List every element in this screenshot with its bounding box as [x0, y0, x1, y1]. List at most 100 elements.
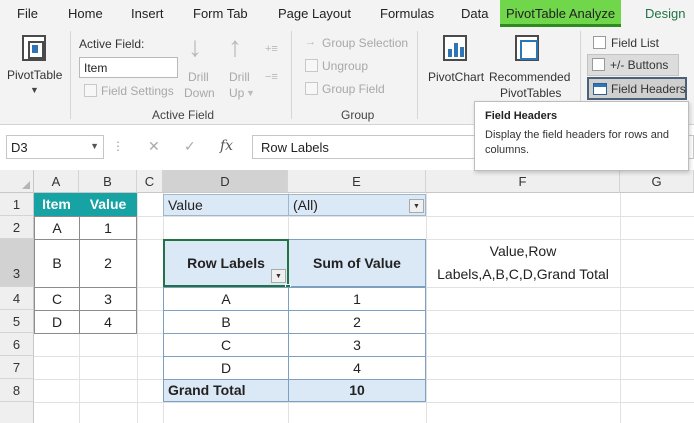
source-cell[interactable]: 3 — [79, 287, 137, 311]
gridline — [620, 193, 621, 423]
f3-cell-line-1[interactable]: Value,Row — [426, 240, 620, 262]
tab-file[interactable]: File — [17, 6, 38, 21]
pivot-row-label[interactable]: C — [163, 333, 289, 357]
column-header-c[interactable]: C — [137, 170, 163, 193]
plus-minus-icon — [592, 58, 605, 71]
row-header-3[interactable]: 3 — [0, 239, 34, 287]
group-selection-icon: → — [305, 36, 316, 48]
tab-home[interactable]: Home — [68, 6, 103, 21]
filter-dropdown-icon[interactable]: ▼ — [409, 199, 424, 213]
row-header-5[interactable]: 5 — [0, 310, 34, 333]
column-header-f[interactable]: F — [426, 170, 620, 193]
gridline — [137, 193, 138, 423]
field-list-button[interactable]: Field List — [611, 36, 659, 50]
drill-down-icon: ↓ — [188, 31, 202, 62]
gridline — [426, 193, 427, 423]
ungroup-button[interactable]: Ungroup — [322, 59, 368, 73]
row-header-7[interactable]: 7 — [0, 356, 34, 379]
drill-down-label-2[interactable]: Down — [184, 86, 215, 100]
pivot-sum-of-value-header[interactable]: Sum of Value — [288, 239, 426, 287]
ribbon-separator — [417, 31, 418, 119]
field-headers-tooltip: Field Headers Display the field headers … — [474, 101, 689, 171]
pivot-filter-label[interactable]: Value — [163, 194, 289, 216]
drill-up-label-2[interactable]: Up — [229, 86, 244, 100]
expand-field-icon[interactable]: +≡ — [265, 43, 278, 55]
active-field-group-caption: Active Field — [152, 108, 215, 122]
source-cell[interactable]: 4 — [79, 310, 137, 334]
pivot-row-value[interactable]: 2 — [288, 310, 426, 334]
chevron-down-icon[interactable]: ▼ — [246, 88, 255, 98]
source-cell[interactable]: B — [34, 239, 80, 288]
tab-formulas[interactable]: Formulas — [380, 6, 434, 21]
plus-minus-buttons-label: +/- Buttons — [610, 58, 669, 72]
row-header-1[interactable]: 1 — [0, 193, 34, 216]
source-cell[interactable]: C — [34, 287, 80, 311]
active-field-input[interactable]: Item — [79, 57, 178, 78]
tab-design[interactable]: Design — [645, 6, 685, 21]
f3-cell-line-2[interactable]: Labels,A,B,C,D,Grand Total — [426, 263, 620, 285]
tooltip-body: Display the field headers for rows and c… — [485, 129, 670, 156]
row-header-9[interactable] — [0, 402, 34, 423]
column-header-d[interactable]: D — [163, 170, 288, 193]
group-field-icon — [305, 82, 318, 95]
tab-data[interactable]: Data — [461, 6, 488, 21]
recommended-label-2[interactable]: PivotTables — [500, 86, 561, 100]
group-group-caption: Group — [341, 108, 375, 122]
recommended-pivottables-icon[interactable] — [515, 35, 539, 61]
menu-bar: File Home Insert Form Tab Page Layout Fo… — [0, 0, 694, 27]
pivotchart-icon[interactable] — [443, 35, 467, 61]
name-box[interactable]: D3 ▼ — [6, 135, 104, 159]
pivot-row-label[interactable]: A — [163, 287, 289, 311]
pivot-row-label[interactable]: B — [163, 310, 289, 334]
drill-up-label-1[interactable]: Drill — [229, 70, 250, 84]
column-header-a[interactable]: A — [34, 170, 79, 193]
column-header-b[interactable]: B — [79, 170, 137, 193]
source-cell[interactable]: A — [34, 216, 80, 240]
pivottable-button-label[interactable]: PivotTable — [7, 68, 62, 82]
pivottable-icon[interactable] — [22, 35, 46, 61]
ribbon-separator — [291, 31, 292, 119]
insert-function-icon[interactable]: fx — [220, 138, 233, 154]
row-header-6[interactable]: 6 — [0, 333, 34, 356]
group-field-button[interactable]: Group Field — [322, 82, 385, 96]
active-field-title: Active Field: — [79, 37, 145, 51]
column-header-g[interactable]: G — [620, 170, 694, 193]
pivot-grand-total-value[interactable]: 10 — [288, 379, 426, 402]
field-list-icon — [593, 36, 606, 49]
pivot-row-value[interactable]: 3 — [288, 333, 426, 357]
group-selection-button[interactable]: Group Selection — [322, 36, 408, 50]
recommended-label-1[interactable]: Recommended — [489, 70, 570, 84]
pivot-row-label[interactable]: D — [163, 356, 289, 380]
source-header-item[interactable]: Item — [34, 193, 79, 216]
select-all-corner[interactable] — [0, 170, 34, 193]
chevron-down-icon[interactable]: ▼ — [90, 141, 99, 151]
column-header-e[interactable]: E — [288, 170, 426, 193]
enter-icon[interactable]: ✓ — [184, 138, 196, 155]
source-header-value[interactable]: Value — [79, 193, 137, 216]
pivotchart-button[interactable]: PivotChart — [428, 70, 484, 84]
drill-down-label-1[interactable]: Drill — [188, 70, 209, 84]
chevron-down-icon[interactable]: ▼ — [30, 85, 39, 95]
source-cell[interactable]: 1 — [79, 216, 137, 240]
tab-insert[interactable]: Insert — [131, 6, 164, 21]
source-cell[interactable]: 2 — [79, 239, 137, 288]
field-headers-button[interactable]: Field Headers — [587, 77, 687, 100]
pivot-row-value[interactable]: 4 — [288, 356, 426, 380]
collapse-field-icon[interactable]: −≡ — [265, 71, 278, 83]
more-options-icon[interactable]: ⋮ — [112, 139, 124, 153]
pivot-filter-value-cell[interactable]: (All) — [288, 194, 426, 216]
pivot-row-value[interactable]: 1 — [288, 287, 426, 311]
pivot-grand-total-label[interactable]: Grand Total — [163, 379, 289, 402]
row-header-8[interactable]: 8 — [0, 379, 34, 402]
pivot-filter-value: (All) — [293, 197, 318, 213]
tab-pivottable-analyze[interactable]: PivotTable Analyze — [500, 0, 622, 27]
plus-minus-buttons-button[interactable]: +/- Buttons — [587, 54, 679, 76]
row-header-4[interactable]: 4 — [0, 287, 34, 310]
tab-form-tab[interactable]: Form Tab — [193, 6, 248, 21]
field-settings-button[interactable]: Field Settings — [101, 84, 174, 98]
cancel-icon[interactable]: ✕ — [148, 138, 160, 155]
tab-page-layout[interactable]: Page Layout — [278, 6, 351, 21]
source-cell[interactable]: D — [34, 310, 80, 334]
row-header-2[interactable]: 2 — [0, 216, 34, 239]
worksheet-grid: A B C D E F G 1 2 3 4 5 6 7 8 Item Value… — [0, 170, 694, 423]
